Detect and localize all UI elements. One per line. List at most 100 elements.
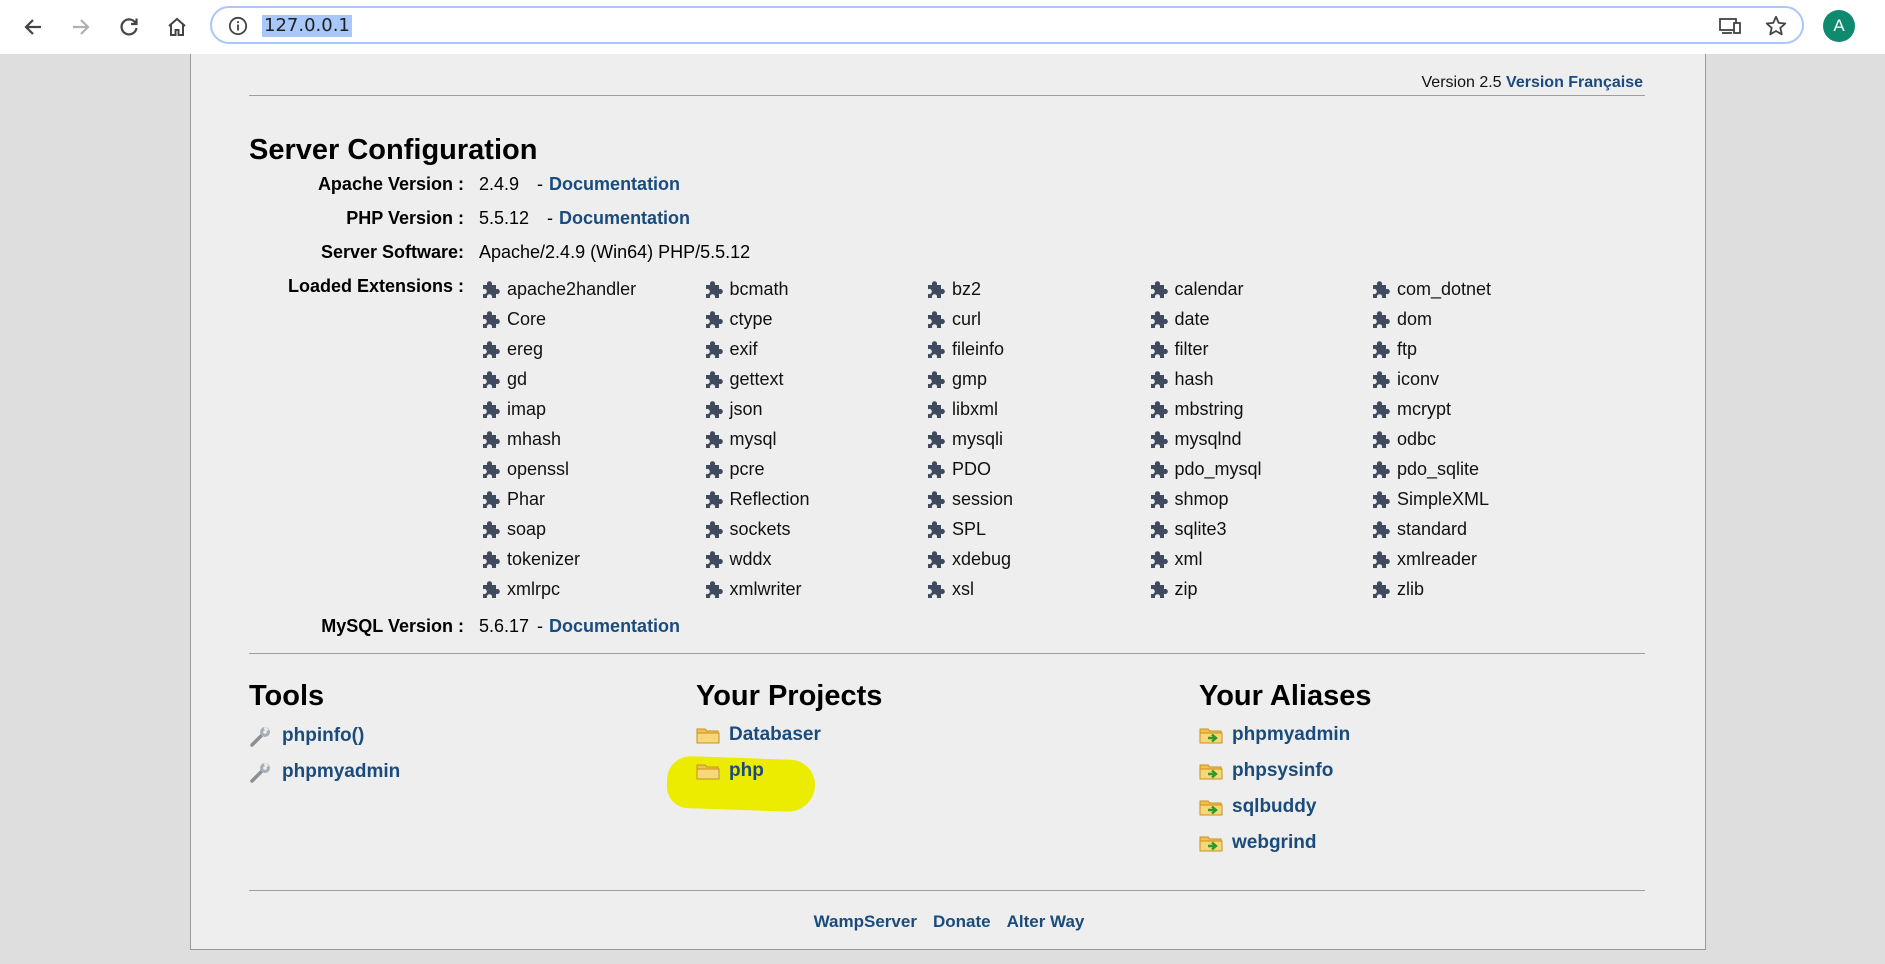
info-icon[interactable] [228, 16, 248, 40]
star-icon[interactable] [1764, 14, 1788, 42]
puzzle-piece-icon [481, 278, 507, 300]
extension-item: pdo_sqlite [1371, 454, 1594, 484]
extension-item: xml [1149, 544, 1372, 574]
back-arrow-icon[interactable] [13, 12, 53, 42]
middle-divider [249, 653, 1645, 654]
project-php-link[interactable]: php [696, 760, 764, 782]
extension-item: dom [1371, 304, 1594, 334]
extension-name: mysqli [952, 428, 1004, 449]
extension-item: gettext [704, 364, 927, 394]
extension-item: wddx [704, 544, 927, 574]
extension-item: fileinfo [926, 334, 1149, 364]
alias-sqlbuddy-link[interactable]: sqlbuddy [1199, 796, 1316, 818]
puzzle-piece-icon [704, 578, 730, 600]
extension-item: hash [1149, 364, 1372, 394]
extension-name: pdo_sqlite [1397, 458, 1480, 479]
puzzle-piece-icon [1149, 398, 1175, 420]
puzzle-piece-icon [481, 368, 507, 390]
profile-avatar[interactable]: A [1823, 10, 1855, 42]
tool-phpinfo-link[interactable]: phpinfo() [249, 724, 364, 748]
extension-name: curl [952, 308, 982, 329]
reload-icon[interactable] [109, 12, 149, 42]
home-icon[interactable] [157, 12, 197, 42]
puzzle-piece-icon [1149, 458, 1175, 480]
extension-item: SPL [926, 514, 1149, 544]
alias-phpsysinfo-link[interactable]: phpsysinfo [1199, 760, 1333, 782]
mysql-version-value: 5.6.17 [479, 616, 530, 636]
forward-arrow-icon[interactable] [61, 12, 101, 42]
extension-item: xdebug [926, 544, 1149, 574]
puzzle-piece-icon [926, 578, 952, 600]
extension-item: tokenizer [481, 544, 704, 574]
extension-item: libxml [926, 394, 1149, 424]
puzzle-piece-icon [926, 368, 952, 390]
address-bar[interactable]: 127.0.0.1 [210, 6, 1804, 44]
extension-name: dom [1397, 308, 1433, 329]
extension-item: date [1149, 304, 1372, 334]
top-divider [249, 95, 1645, 96]
extension-item: zlib [1371, 574, 1594, 604]
extension-item: mhash [481, 424, 704, 454]
extension-name: date [1174, 308, 1210, 329]
extension-name: PDO [952, 458, 992, 479]
bottom-divider [249, 890, 1645, 891]
extension-item: Phar [481, 484, 704, 514]
extension-item: gd [481, 364, 704, 394]
alias-label: phpmyadmin [1232, 724, 1351, 745]
alias-webgrind-link[interactable]: webgrind [1199, 832, 1316, 854]
extension-item: Reflection [704, 484, 927, 514]
extension-item: ftp [1371, 334, 1594, 364]
extension-item: sockets [704, 514, 927, 544]
puzzle-piece-icon [704, 548, 730, 570]
php-version-label: PHP Version : [346, 208, 464, 228]
extension-name: ftp [1397, 338, 1418, 359]
php-documentation-link[interactable]: Documentation [559, 208, 690, 228]
extension-name: openssl [507, 458, 570, 479]
puzzle-piece-icon [1371, 428, 1397, 450]
cast-icon[interactable] [1718, 16, 1742, 40]
mysql-documentation-link[interactable]: Documentation [549, 616, 680, 636]
puzzle-piece-icon [1371, 398, 1397, 420]
puzzle-piece-icon [926, 548, 952, 570]
extension-item: apache2handler [481, 274, 704, 304]
puzzle-piece-icon [704, 308, 730, 330]
mysql-version-row: 5.6.17- Documentation [479, 616, 680, 637]
puzzle-piece-icon [1149, 548, 1175, 570]
url-text[interactable]: 127.0.0.1 [262, 15, 352, 37]
wampserver-link[interactable]: WampServer [814, 912, 917, 931]
extension-name: imap [507, 398, 547, 419]
extension-name: xml [1174, 548, 1203, 569]
alias-phpmyadmin-link[interactable]: phpmyadmin [1199, 724, 1350, 746]
project-databaser-link[interactable]: Databaser [696, 724, 821, 746]
alter-way-link[interactable]: Alter Way [1007, 912, 1085, 931]
version-francaise-link[interactable]: Version Française [1506, 74, 1643, 91]
version-line: Version 2.5 Version Française [1422, 74, 1643, 92]
folder-icon [696, 764, 720, 780]
footer-links: WampServer Donate Alter Way [191, 912, 1707, 932]
extension-name: com_dotnet [1397, 278, 1492, 299]
extension-item: soap [481, 514, 704, 544]
extension-item: pcre [704, 454, 927, 484]
puzzle-piece-icon [1371, 368, 1397, 390]
extension-name: odbc [1397, 428, 1437, 449]
extension-name: calendar [1174, 278, 1244, 299]
puzzle-piece-icon [481, 428, 507, 450]
extension-name: gmp [952, 368, 988, 389]
apache-documentation-link[interactable]: Documentation [549, 174, 680, 194]
extension-item: odbc [1371, 424, 1594, 454]
extension-item: standard [1371, 514, 1594, 544]
php-version-value: 5.5.12 [479, 208, 530, 228]
separator: - [537, 174, 544, 194]
extension-name: pcre [729, 458, 765, 479]
extension-name: ctype [729, 308, 773, 329]
extension-item: mysqlnd [1149, 424, 1372, 454]
puzzle-piece-icon [704, 398, 730, 420]
extension-name: sockets [729, 518, 791, 539]
extension-item: filter [1149, 334, 1372, 364]
server-software-value: Apache/2.4.9 (Win64) PHP/5.5.12 [479, 242, 751, 262]
tool-phpmyadmin-link[interactable]: phpmyadmin [249, 760, 400, 784]
donate-link[interactable]: Donate [933, 912, 991, 931]
extension-item: mcrypt [1371, 394, 1594, 424]
extension-name: xmlrpc [507, 578, 560, 599]
puzzle-piece-icon [1371, 518, 1397, 540]
